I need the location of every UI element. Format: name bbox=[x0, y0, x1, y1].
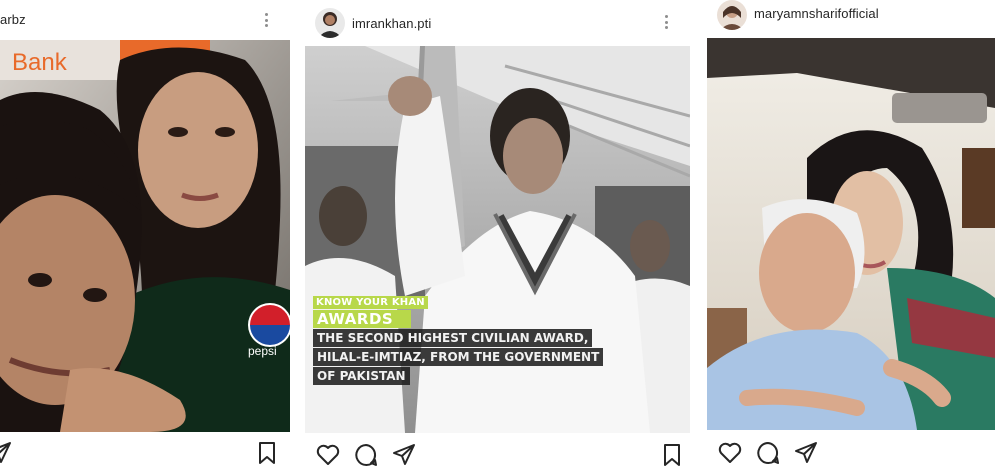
send-icon[interactable] bbox=[793, 440, 819, 466]
overlay-line: OF PAKISTAN bbox=[313, 367, 410, 385]
post-photo[interactable] bbox=[707, 38, 995, 430]
more-options-icon[interactable] bbox=[663, 12, 669, 32]
comment-icon[interactable] bbox=[353, 442, 379, 468]
avatar[interactable] bbox=[717, 0, 747, 30]
photo-sign-text: Bank bbox=[12, 49, 68, 76]
overlay-kicker: KNOW YOUR KHAN bbox=[313, 296, 428, 309]
send-icon[interactable] bbox=[391, 442, 417, 468]
post-username[interactable]: arbz bbox=[0, 12, 26, 27]
post-card-1: arbz Bank pepsi bbox=[0, 0, 290, 475]
send-icon[interactable] bbox=[0, 440, 13, 466]
overlay-line: THE SECOND HIGHEST CIVILIAN AWARD, bbox=[313, 329, 593, 347]
heart-icon[interactable] bbox=[717, 440, 743, 466]
post-overlay-caption: KNOW YOUR KHAN AWARDS THE SECOND HIGHEST… bbox=[313, 292, 635, 385]
post-actions bbox=[0, 440, 290, 470]
post-username[interactable]: imrankhan.pti bbox=[352, 16, 431, 31]
post-username[interactable]: maryamnsharifofficial bbox=[754, 6, 879, 21]
overlay-title: AWARDS bbox=[313, 310, 411, 328]
post-header: maryamnsharifofficial bbox=[707, 0, 995, 40]
post-header: arbz bbox=[0, 0, 290, 40]
avatar[interactable] bbox=[315, 8, 345, 38]
post-actions bbox=[315, 442, 685, 472]
post-card-3: maryamnsharifofficial bbox=[707, 0, 995, 475]
post-card-2: imrankhan.pti KNOW YOUR KHAN AWARDS THE … bbox=[305, 0, 690, 475]
more-options-icon[interactable] bbox=[263, 10, 269, 30]
bookmark-icon[interactable] bbox=[254, 440, 280, 466]
post-actions bbox=[717, 440, 987, 470]
post-photo[interactable]: KNOW YOUR KHAN AWARDS THE SECOND HIGHEST… bbox=[305, 46, 690, 433]
comment-icon[interactable] bbox=[755, 440, 781, 466]
overlay-line: HILAL-E-IMTIAZ, FROM THE GOVERNMENT bbox=[313, 348, 604, 366]
post-photo[interactable]: Bank pepsi bbox=[0, 40, 290, 432]
bookmark-icon[interactable] bbox=[659, 442, 685, 468]
heart-icon[interactable] bbox=[315, 442, 341, 468]
post-header: imrankhan.pti bbox=[305, 0, 690, 40]
photo-pepsi-text: pepsi bbox=[248, 344, 277, 358]
